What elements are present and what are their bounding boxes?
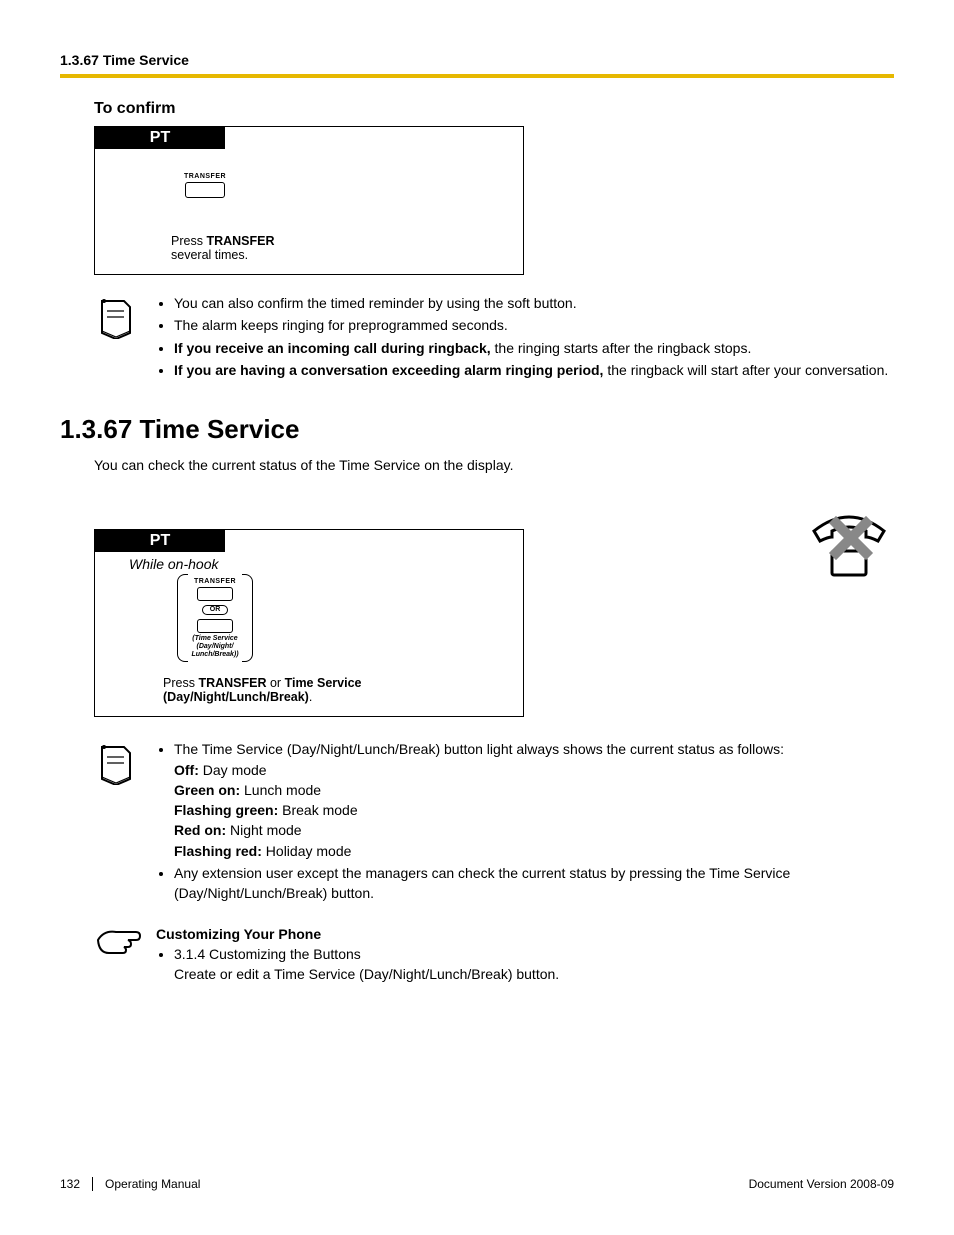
- pt-tab: PT: [95, 127, 225, 149]
- note-icon: [94, 295, 136, 339]
- document-version: Document Version 2008-09: [749, 1177, 894, 1191]
- notes-block-1: You can also confirm the timed reminder …: [94, 293, 894, 382]
- note2-bullet: Any extension user except the managers c…: [174, 863, 894, 904]
- diagram-caption-timeservice: Press TRANSFER or Time Service (Day/Nigh…: [95, 662, 523, 704]
- note-icon: [94, 741, 136, 785]
- note1-bullet: The alarm keeps ringing for preprogramme…: [174, 315, 894, 335]
- page-number: 132: [60, 1177, 93, 1191]
- transfer-key-label: TRANSFER: [155, 173, 255, 180]
- note2-bullet: The Time Service (Day/Night/Lunch/Break)…: [174, 739, 894, 861]
- running-head: 1.3.67 Time Service: [60, 52, 894, 68]
- while-on-hook-label: While on-hook: [95, 552, 523, 572]
- key-choice-group: TRANSFER OR (Time Service (Day/Night/ Lu…: [177, 574, 252, 662]
- time-service-tiny-label: (Time Service (Day/Night/ Lunch/Break)): [191, 635, 238, 658]
- transfer-key-icon: [185, 182, 225, 198]
- diagram-caption-confirm: Press TRANSFER several times.: [95, 234, 523, 262]
- note1-bullet: If you receive an incoming call during r…: [174, 338, 894, 358]
- note1-bullet: If you are having a conversation exceedi…: [174, 360, 894, 380]
- note1-bullet: You can also confirm the timed reminder …: [174, 293, 894, 313]
- pointing-hand-icon: [94, 926, 142, 956]
- time-service-key-icon: [197, 619, 233, 633]
- subhead-to-confirm: To confirm: [94, 100, 894, 118]
- customizing-title: Customizing Your Phone: [156, 924, 894, 944]
- intro-text: You can check the current status of the …: [94, 457, 894, 473]
- header-rule: [60, 74, 894, 78]
- diagram-to-confirm: PT TRANSFER Press TRANSFER several times…: [94, 126, 524, 275]
- section-heading: 1.3.67 Time Service: [60, 414, 894, 445]
- page-footer: 132 Operating Manual Document Version 20…: [60, 1177, 894, 1191]
- transfer-key-icon: [197, 587, 233, 601]
- manual-title: Operating Manual: [105, 1177, 200, 1191]
- notes-block-2: The Time Service (Day/Night/Lunch/Break)…: [94, 739, 894, 905]
- or-pill: OR: [202, 605, 228, 615]
- transfer-key-label: TRANSFER: [191, 578, 238, 585]
- customizing-block: Customizing Your Phone 3.1.4 Customizing…: [94, 924, 894, 987]
- pt-tab: PT: [95, 530, 225, 552]
- phone-cross-icon: [804, 505, 894, 590]
- diagram-time-service: PT While on-hook TRANSFER OR (Time Servi…: [94, 529, 524, 717]
- customizing-bullet: 3.1.4 Customizing the Buttons Create or …: [174, 944, 894, 985]
